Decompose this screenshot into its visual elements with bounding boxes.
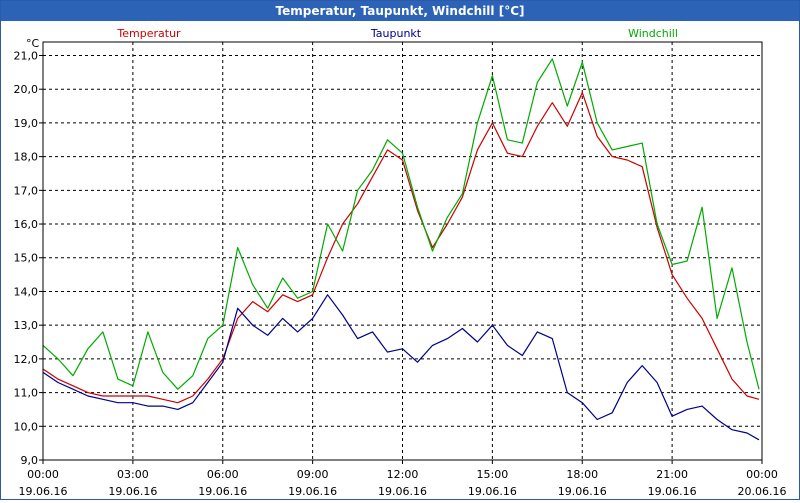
y-tick-label: 10,0 [14,420,39,433]
line-chart: 9,0 10,0 11,0 12,0 13,0 14,0 15,0 16,0 17,0 18,0 1… [14,27,787,498]
y-tick-label: 14,0 [14,285,39,298]
x-tick-time-label: 00:00 [746,468,778,481]
x-tick-date-label: 20.06.16 [738,485,787,498]
y-tick-label: 16,0 [14,218,39,231]
legend-entry-temperatur: Temperatur [116,27,181,40]
y-tick-label: 9,0 [21,454,39,467]
legend-entry-windchill: Windchill [628,27,678,40]
x-tick-time-label: 18:00 [566,468,598,481]
x-tick-time-label: 09:00 [297,468,329,481]
x-tick-date-label: 19.06.16 [558,485,607,498]
y-tick-label: 13,0 [14,319,39,332]
x-tick-date-label: 19.06.16 [468,485,517,498]
y-tick-label: 18,0 [14,151,39,164]
y-tick-label: 17,0 [14,184,39,197]
y-axis-unit: °C [26,37,40,50]
y-tick-label: 21,0 [14,49,39,62]
y-tick-label: 19,0 [14,117,39,130]
x-tick-time-label: 15:00 [477,468,509,481]
y-tick-label: 15,0 [14,252,39,265]
y-tick-label: 11,0 [14,387,39,400]
x-tick-time-label: 21:00 [656,468,688,481]
x-tick-time-label: 03:00 [117,468,149,481]
y-tick-label: 12,0 [14,353,39,366]
x-tick-date-label: 19.06.16 [19,485,68,498]
y-tick-label: 20,0 [14,83,39,96]
plot-area: 9,0 10,0 11,0 12,0 13,0 14,0 15,0 16,0 17,0 18,0 1… [1,21,799,499]
x-tick-date-label: 19.06.16 [198,485,247,498]
chart-window: Temperatur, Taupunkt, Windchill [°C] 9,0… [0,0,800,500]
x-tick-time-label: 12:00 [387,468,419,481]
x-tick-date-label: 19.06.16 [378,485,427,498]
x-tick-date-label: 19.06.16 [108,485,157,498]
x-tick-time-label: 00:00 [27,468,59,481]
x-tick-time-label: 06:00 [207,468,239,481]
x-tick-date-label: 19.06.16 [648,485,697,498]
legend-entry-taupunkt: Taupunkt [370,27,422,40]
x-tick-date-label: 19.06.16 [288,485,337,498]
window-title: Temperatur, Taupunkt, Windchill [°C] [1,1,799,21]
